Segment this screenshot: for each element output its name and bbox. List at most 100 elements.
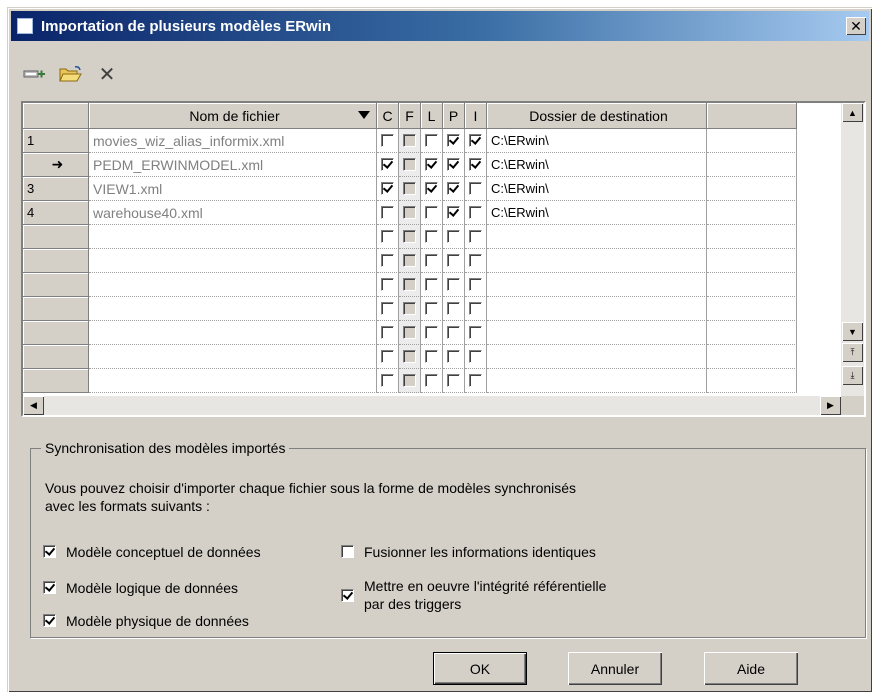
table-row[interactable] [23,249,841,273]
checkbox-i[interactable] [469,182,482,195]
files-grid[interactable]: Nom de fichier C F L P I Dossier de dest… [21,101,866,417]
checkbox-l[interactable] [425,302,438,315]
file-name-cell[interactable]: PEDM_ERWINMODEL.xml [89,153,377,177]
checkbox-c[interactable] [381,206,394,219]
checkbox-c[interactable] [381,374,394,387]
checkbox-c[interactable] [381,302,394,315]
horizontal-scrollbar[interactable]: ◀ ▶ [23,396,841,415]
row-header[interactable] [23,321,89,345]
open-folder-icon[interactable] [58,63,84,85]
destination-cell[interactable]: C:\ERwin\ [487,153,707,177]
table-row[interactable]: 3 VIEW1.xml C:\ERwin\ [23,177,841,201]
checkbox-p[interactable] [447,302,460,315]
checkbox-l[interactable] [425,254,438,267]
row-header[interactable]: 1 [23,129,89,153]
checkbox-p[interactable] [447,254,460,267]
checkbox-c[interactable] [381,326,394,339]
file-name-cell[interactable] [89,249,377,273]
row-header[interactable] [23,297,89,321]
checkbox-p[interactable] [447,206,460,219]
checkbox-conceptual[interactable] [43,545,56,558]
option-conceptual[interactable]: Modèle conceptuel de données [43,543,261,561]
column-header-f[interactable]: F [399,103,421,129]
table-row[interactable]: 1 movies_wiz_alias_informix.xml C:\ERwin\ [23,129,841,153]
row-header[interactable] [23,273,89,297]
column-header-dest[interactable]: Dossier de destination [487,103,707,129]
column-header-l[interactable]: L [421,103,443,129]
checkbox-l[interactable] [425,350,438,363]
checkbox-i[interactable] [469,278,482,291]
row-header[interactable] [23,249,89,273]
row-header[interactable] [23,345,89,369]
row-header[interactable]: ➜ [23,153,89,177]
checkbox-i[interactable] [469,326,482,339]
row-header[interactable]: 3 [23,177,89,201]
file-name-cell[interactable] [89,369,377,393]
help-button[interactable]: Aide [704,652,798,685]
checkbox-physical[interactable] [43,614,56,627]
dropdown-arrow-icon[interactable] [358,111,370,119]
checkbox-p[interactable] [447,278,460,291]
checkbox-i[interactable] [469,230,482,243]
checkbox-c[interactable] [381,230,394,243]
option-logical[interactable]: Modèle logique de données [43,579,238,597]
file-name-cell[interactable] [89,321,377,345]
destination-cell[interactable] [487,273,707,297]
file-name-cell[interactable] [89,345,377,369]
checkbox-i[interactable] [469,374,482,387]
checkbox-l[interactable] [425,374,438,387]
column-header-p[interactable]: P [443,103,465,129]
option-physical[interactable]: Modèle physique de données [43,612,249,630]
option-triggers[interactable]: Mettre en oeuvre l'intégrité référentiel… [341,577,606,613]
delete-icon[interactable]: ✕ [94,63,120,86]
checkbox-l[interactable] [425,182,438,195]
checkbox-p[interactable] [447,134,460,147]
cancel-button[interactable]: Annuler [568,652,662,685]
checkbox-l[interactable] [425,278,438,291]
checkbox-p[interactable] [447,158,460,171]
add-row-icon[interactable] [22,63,48,85]
row-header[interactable] [23,225,89,249]
checkbox-i[interactable] [469,134,482,147]
file-name-cell[interactable] [89,297,377,321]
checkbox-c[interactable] [381,134,394,147]
destination-cell[interactable]: C:\ERwin\ [487,177,707,201]
file-name-cell[interactable] [89,225,377,249]
file-name-cell[interactable]: movies_wiz_alias_informix.xml [89,129,377,153]
table-row[interactable]: 4 warehouse40.xml C:\ERwin\ [23,201,841,225]
destination-cell[interactable]: C:\ERwin\ [487,201,707,225]
scroll-left-button[interactable]: ◀ [23,396,44,415]
column-header-i[interactable]: I [465,103,487,129]
title-bar[interactable]: Importation de plusieurs modèles ERwin ✕ [11,11,869,41]
checkbox-i[interactable] [469,206,482,219]
destination-cell[interactable] [487,321,707,345]
checkbox-c[interactable] [381,158,394,171]
checkbox-l[interactable] [425,158,438,171]
destination-cell[interactable] [487,225,707,249]
checkbox-l[interactable] [425,230,438,243]
table-row[interactable] [23,345,841,369]
scroll-up-button[interactable]: ▲ [842,103,863,122]
checkbox-p[interactable] [447,374,460,387]
scroll-down-button[interactable]: ▼ [842,322,863,341]
column-header-name[interactable]: Nom de fichier [89,103,377,129]
table-row[interactable] [23,297,841,321]
close-button[interactable]: ✕ [846,17,866,35]
option-merge[interactable]: Fusionner les informations identiques [341,543,596,561]
destination-cell[interactable] [487,345,707,369]
scroll-right-button[interactable]: ▶ [820,396,841,415]
checkbox-l[interactable] [425,134,438,147]
column-header-c[interactable]: C [377,103,399,129]
row-header[interactable]: 4 [23,201,89,225]
checkbox-i[interactable] [469,302,482,315]
file-name-cell[interactable] [89,273,377,297]
checkbox-l[interactable] [425,326,438,339]
checkbox-c[interactable] [381,182,394,195]
file-name-cell[interactable]: warehouse40.xml [89,201,377,225]
table-row[interactable] [23,321,841,345]
checkbox-c[interactable] [381,350,394,363]
checkbox-p[interactable] [447,182,460,195]
checkbox-i[interactable] [469,350,482,363]
table-row[interactable] [23,225,841,249]
scroll-top-button[interactable]: ⤒ [842,343,863,362]
